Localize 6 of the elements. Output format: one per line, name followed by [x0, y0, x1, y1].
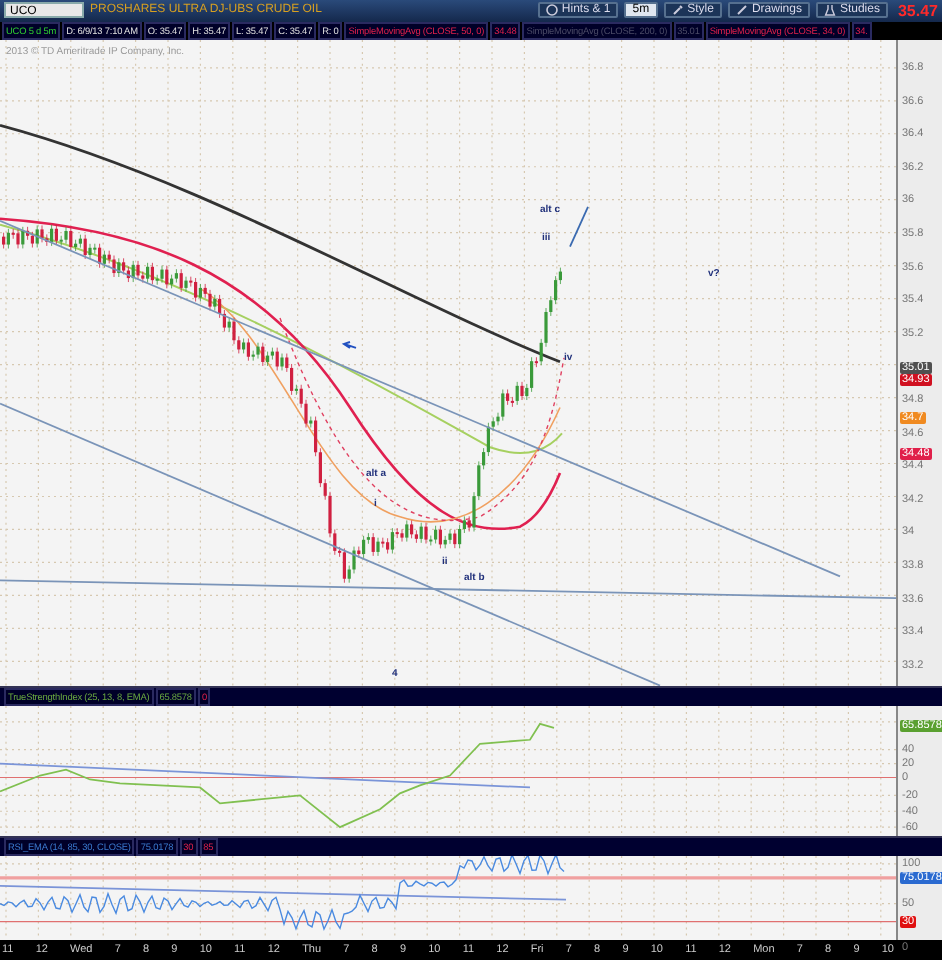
last-price: 35.47 — [897, 1, 938, 20]
pencil-icon — [735, 4, 748, 17]
arrow-icon — [341, 340, 357, 349]
flask-icon — [823, 4, 836, 17]
brush-icon — [671, 4, 684, 17]
info-icon — [545, 4, 558, 17]
